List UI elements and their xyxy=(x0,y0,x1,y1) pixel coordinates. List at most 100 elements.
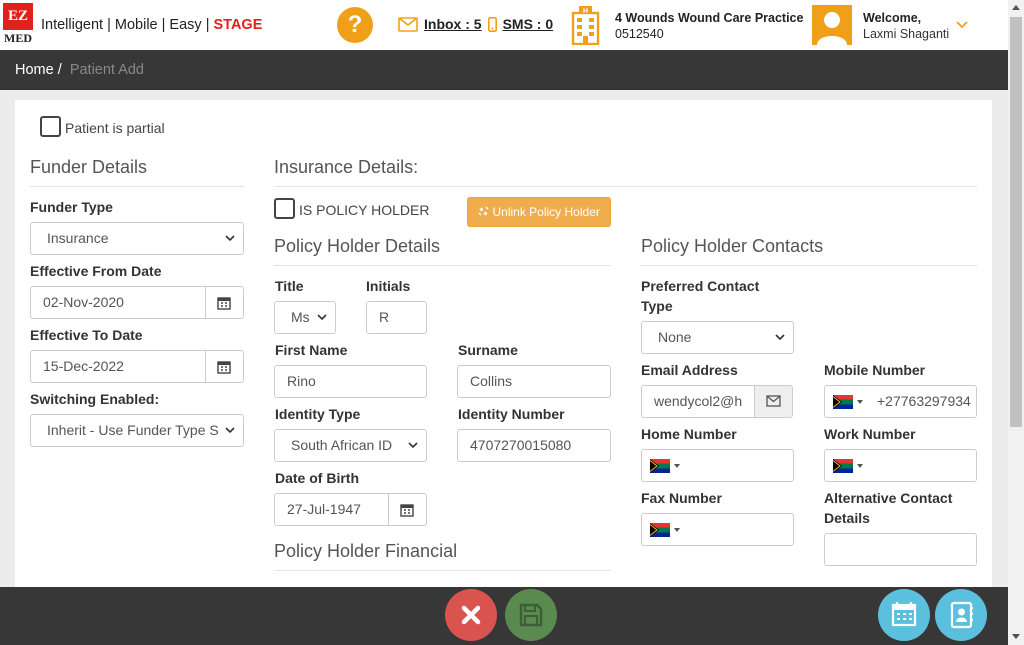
chevron-down-icon[interactable] xyxy=(956,20,968,30)
top-bar: EZ MED Intelligent | Mobile | Easy | STA… xyxy=(0,0,1008,50)
initials-label: Initials xyxy=(366,278,411,294)
scroll-down-icon[interactable] xyxy=(1012,634,1020,639)
preferred-contact-label: Preferred Contact Type xyxy=(641,276,759,316)
funder-type-value: Insurance xyxy=(47,230,109,246)
chevron-down-icon xyxy=(317,314,327,321)
flag-caret-icon xyxy=(674,528,680,532)
stage-label: STAGE xyxy=(213,17,263,33)
dob-calendar-button[interactable] xyxy=(389,493,427,526)
flag-caret-icon xyxy=(674,464,680,468)
email-label: Email Address xyxy=(641,362,738,378)
alt-contact-input[interactable] xyxy=(824,533,977,566)
title-value: Ms xyxy=(291,309,310,325)
close-icon xyxy=(461,605,481,625)
funder-type-select[interactable]: Insurance xyxy=(30,222,244,255)
effective-from-label: Effective From Date xyxy=(30,263,162,279)
fax-number-label: Fax Number xyxy=(641,490,722,506)
calendar-icon xyxy=(400,504,414,517)
is-policy-holder-label: IS POLICY HOLDER xyxy=(299,202,430,218)
sms-link[interactable]: SMS : 0 xyxy=(503,16,554,32)
flag-caret-icon xyxy=(857,400,863,404)
bottom-action-bar xyxy=(0,587,1008,645)
breadcrumb-separator: / xyxy=(57,62,62,78)
chevron-down-icon xyxy=(225,427,235,434)
dob-input[interactable]: 27-Jul-1947 xyxy=(274,493,389,526)
unlink-policy-holder-button[interactable]: Unlink Policy Holder xyxy=(467,197,611,227)
divider xyxy=(30,186,244,187)
initials-input[interactable]: R xyxy=(366,301,427,334)
vertical-scrollbar[interactable] xyxy=(1008,0,1024,645)
mobile-input[interactable]: +27763297934 xyxy=(824,385,977,418)
identity-number-label: Identity Number xyxy=(458,406,565,422)
calendar-action-button[interactable] xyxy=(878,589,930,641)
envelope-icon xyxy=(766,395,781,407)
is-policy-holder-checkbox[interactable] xyxy=(274,198,295,219)
switching-enabled-select[interactable]: Inherit - Use Funder Type S xyxy=(30,414,244,447)
chevron-down-icon xyxy=(225,235,235,242)
alt-contact-label: Alternative Contact Details xyxy=(824,488,952,528)
flag-za-icon[interactable] xyxy=(650,459,670,473)
mobile-label: Mobile Number xyxy=(824,362,926,378)
save-button[interactable] xyxy=(505,589,557,641)
preferred-contact-label-line1: Preferred Contact xyxy=(641,278,760,294)
breadcrumb-bar: Home / Patient Add xyxy=(0,50,1008,90)
email-input[interactable]: wendycol2@h xyxy=(641,385,755,418)
identity-type-label: Identity Type xyxy=(275,406,361,422)
contacts-button[interactable] xyxy=(935,589,987,641)
unlink-policy-holder-label: Unlink Policy Holder xyxy=(492,205,600,219)
practice-number: 0512540 xyxy=(615,27,664,41)
work-number-input[interactable] xyxy=(824,449,977,482)
ezmed-logo[interactable]: EZ MED xyxy=(3,3,33,47)
scroll-up-icon[interactable] xyxy=(1012,5,1020,10)
identity-type-select[interactable]: South African ID xyxy=(274,429,427,462)
home-number-input[interactable] xyxy=(641,449,794,482)
building-icon: H xyxy=(571,6,600,45)
mobile-value: +27763297934 xyxy=(877,393,971,409)
breadcrumb-home[interactable]: Home xyxy=(15,62,54,78)
save-icon xyxy=(519,603,543,627)
effective-to-label: Effective To Date xyxy=(30,327,143,343)
effective-to-input[interactable]: 15-Dec-2022 xyxy=(30,350,206,383)
envelope-icon[interactable] xyxy=(398,16,418,32)
help-icon[interactable]: ? xyxy=(337,7,373,43)
logo-bottom: MED xyxy=(3,30,33,47)
first-name-input[interactable]: Rino xyxy=(274,365,427,398)
preferred-contact-select[interactable]: None xyxy=(641,321,794,354)
user-avatar-icon[interactable] xyxy=(812,5,852,45)
tagline-text: Intelligent | Mobile | Easy | xyxy=(41,17,214,33)
identity-number-input[interactable]: 4707270015080 xyxy=(457,429,611,462)
cancel-button[interactable] xyxy=(445,589,497,641)
insurance-details-title: Insurance Details: xyxy=(274,157,419,177)
scrollbar-thumb[interactable] xyxy=(1010,17,1022,427)
inbox-link[interactable]: Inbox : 5 xyxy=(424,16,482,32)
effective-from-calendar-button[interactable] xyxy=(206,286,244,319)
contacts-icon xyxy=(950,601,973,629)
title-select[interactable]: Ms xyxy=(274,301,336,334)
funder-details-title: Funder Details xyxy=(30,157,148,177)
welcome-label: Welcome, xyxy=(863,11,922,25)
effective-to-calendar-button[interactable] xyxy=(206,350,244,383)
user-info[interactable]: Welcome, Laxmi Shaganti xyxy=(863,10,949,42)
policy-holder-contacts-title: Policy Holder Contacts xyxy=(641,236,824,256)
flag-za-icon[interactable] xyxy=(650,523,670,537)
surname-input[interactable]: Collins xyxy=(457,365,611,398)
flag-za-icon[interactable] xyxy=(833,459,853,473)
unlink-icon xyxy=(478,206,489,216)
title-label: Title xyxy=(275,278,304,294)
fax-number-input[interactable] xyxy=(641,513,794,546)
home-number-label: Home Number xyxy=(641,426,737,442)
patient-partial-checkbox[interactable] xyxy=(40,116,61,137)
tagline: Intelligent | Mobile | Easy | STAGE xyxy=(41,17,262,33)
surname-label: Surname xyxy=(458,342,518,358)
practice-name: 4 Wounds Wound Care Practice xyxy=(615,11,804,25)
calendar-icon xyxy=(217,361,231,374)
effective-from-input[interactable]: 02-Nov-2020 xyxy=(30,286,206,319)
breadcrumb: Home / Patient Add xyxy=(15,62,144,78)
breadcrumb-current: Patient Add xyxy=(69,62,144,78)
switching-enabled-value: Inherit - Use Funder Type S xyxy=(47,422,219,438)
identity-type-value: South African ID xyxy=(291,437,393,453)
phone-icon[interactable] xyxy=(487,16,497,32)
flag-za-icon[interactable] xyxy=(833,395,853,409)
messages-area: Inbox : 5 SMS : 0 xyxy=(398,16,553,32)
alt-contact-label-line2: Details xyxy=(824,510,870,526)
